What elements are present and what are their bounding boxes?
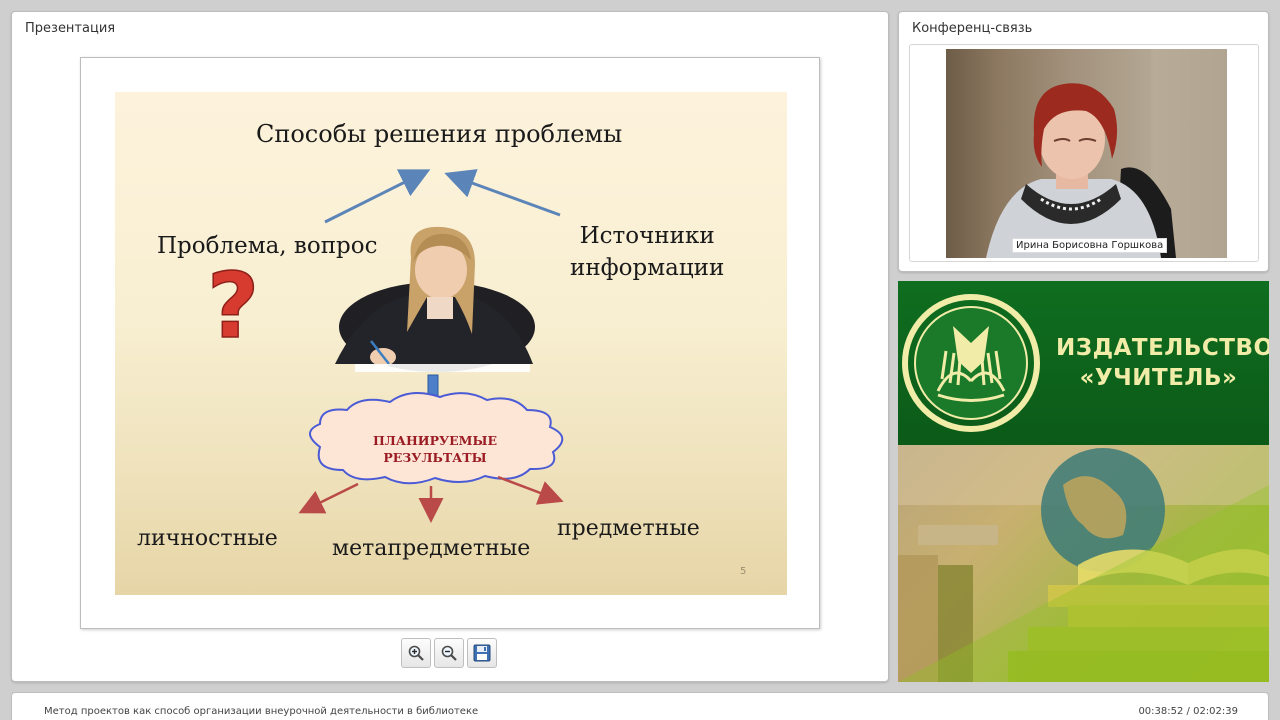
arrow-sources-to-title: [444, 169, 561, 217]
publisher-name-line2: «УЧИТЕЛЬ»: [1079, 365, 1238, 391]
books-globe-illustration: [898, 445, 1269, 682]
slide-title: Способы решения проблемы: [256, 120, 623, 148]
publisher-banner-books-image: [898, 445, 1269, 682]
session-title: Метод проектов как способ организации вн…: [44, 706, 479, 717]
arrow-to-personal: [298, 482, 359, 514]
publisher-banner-top: ИЗДАТЕЛЬСТВО «УЧИТЕЛЬ»: [898, 281, 1269, 445]
cloud-label-line1: ПЛАНИРУЕМЫЕ: [372, 433, 498, 448]
slide-frame: ? Способы решения проблемы Проблема, воп…: [80, 57, 820, 629]
svg-text:?: ?: [207, 254, 259, 359]
slide-sources-line2: информации: [570, 255, 725, 281]
slide-page-number: 5: [740, 566, 747, 577]
status-bar: Метод проектов как способ организации вн…: [11, 692, 1269, 720]
publisher-banner[interactable]: ИЗДАТЕЛЬСТВО «УЧИТЕЛЬ»: [898, 281, 1269, 682]
zoom-out-button[interactable]: [434, 638, 464, 668]
publisher-name: ИЗДАТЕЛЬСТВО «УЧИТЕЛЬ»: [1056, 333, 1269, 393]
video-frame: Ирина Борисовна Горшкова: [909, 44, 1259, 262]
session-time: 00:38:52 / 02:02:39: [1138, 706, 1238, 717]
slide-sources-label: Источники информации: [570, 220, 724, 284]
cloud-label-line2: РЕЗУЛЬТАТЫ: [383, 450, 487, 465]
cloud-label: ПЛАНИРУЕМЫЕ РЕЗУЛЬТАТЫ: [315, 432, 555, 466]
arrow-to-subject: [497, 475, 564, 505]
publisher-name-line1: ИЗДАТЕЛЬСТВО: [1056, 335, 1269, 361]
zoom-out-icon: [441, 645, 457, 661]
save-button[interactable]: [467, 638, 497, 668]
result-personal: личностные: [137, 526, 278, 551]
result-meta: метапредметные: [332, 536, 531, 561]
save-icon: [473, 644, 491, 662]
presentation-panel: Презентация ? Способы решения проблемы П…: [11, 11, 889, 682]
speaker-video-image: [986, 49, 1227, 258]
slide-problem-label: Проблема, вопрос: [157, 233, 378, 259]
presentation-panel-title: Презентация: [25, 21, 116, 36]
speaker-name-label: Ирина Борисовна Горшкова: [1012, 238, 1168, 253]
slide-sources-line1: Источники: [579, 223, 715, 249]
zoom-in-icon: [408, 645, 424, 661]
arrow-problem-to-title: [324, 169, 431, 224]
conference-panel: Конференц-связь Ирина Борисовна Горшкова: [898, 11, 1269, 272]
speaker-video[interactable]: Ирина Борисовна Горшкова: [946, 49, 1227, 258]
zoom-in-button[interactable]: [401, 638, 431, 668]
publisher-logo-icon: [902, 294, 1040, 432]
conference-panel-title: Конференц-связь: [912, 21, 1033, 36]
result-subject: предметные: [557, 516, 700, 541]
question-mark-icon: ?: [206, 253, 260, 360]
slide: ? Способы решения проблемы Проблема, воп…: [115, 92, 787, 595]
